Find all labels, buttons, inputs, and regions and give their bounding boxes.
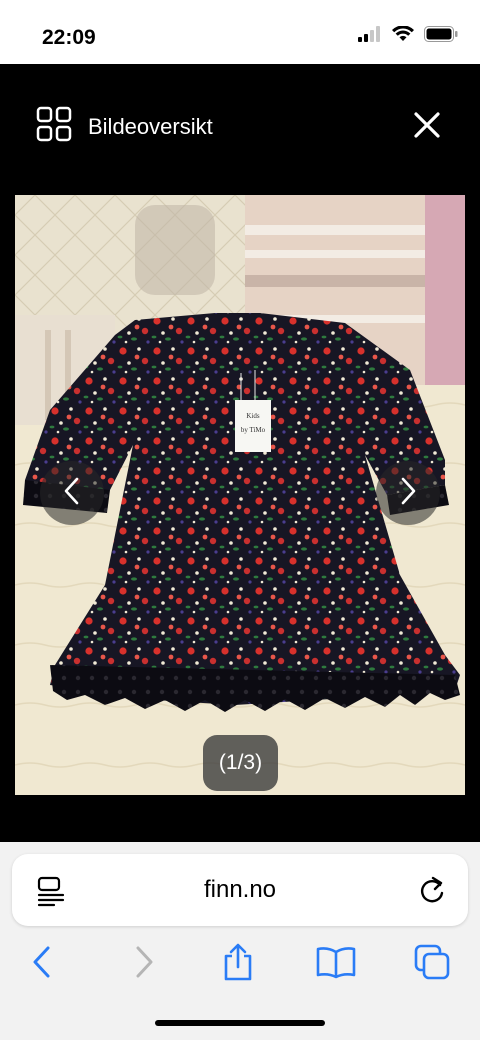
grid-icon xyxy=(36,106,72,147)
book-icon xyxy=(315,945,357,984)
reload-button[interactable] xyxy=(416,874,448,908)
image-overview-button[interactable]: Bildeoversikt xyxy=(36,106,213,147)
chevron-right-icon xyxy=(132,945,156,984)
bookmarks-button[interactable] xyxy=(314,942,358,986)
next-image-button[interactable] xyxy=(376,461,440,525)
previous-image-button[interactable] xyxy=(40,461,104,525)
status-icons xyxy=(358,25,458,47)
status-time: 22:09 xyxy=(42,26,96,49)
chevron-left-icon xyxy=(30,945,54,984)
close-button[interactable] xyxy=(412,110,442,140)
close-icon xyxy=(412,112,442,144)
url-text: finn.no xyxy=(203,876,277,903)
viewer-header: Bildeoversikt xyxy=(0,64,480,184)
battery-icon xyxy=(424,26,458,47)
status-bar: 22:09 xyxy=(0,0,480,64)
tag-line-2: by TiMo xyxy=(241,426,266,434)
reload-icon xyxy=(416,876,448,912)
browser-chrome: finn.no xyxy=(0,842,480,1040)
wifi-icon xyxy=(392,25,414,47)
share-icon xyxy=(221,942,255,987)
tag-line-1: Kids xyxy=(246,412,260,420)
image-viewer: Bildeoversikt Kids by TiMo (1/3) xyxy=(0,64,480,842)
tabs-button[interactable] xyxy=(410,942,454,986)
home-indicator xyxy=(155,1020,325,1026)
browser-toolbar xyxy=(0,938,480,994)
share-button[interactable] xyxy=(216,942,260,986)
image-counter: (1/3) xyxy=(203,735,278,791)
chevron-right-icon xyxy=(397,476,419,511)
chevron-left-icon xyxy=(61,476,83,511)
tabs-icon xyxy=(413,943,451,986)
image-overview-label: Bildeoversikt xyxy=(88,113,213,139)
signal-icon xyxy=(358,26,382,47)
address-bar[interactable]: finn.no xyxy=(12,854,468,926)
forward-button[interactable] xyxy=(122,942,166,986)
back-button[interactable] xyxy=(20,942,64,986)
